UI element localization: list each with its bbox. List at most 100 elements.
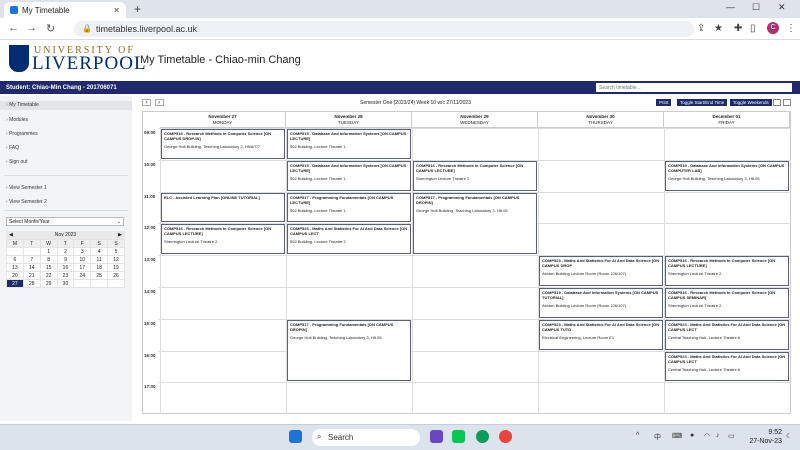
sidebar-item-semester-2[interactable]: View Semester 2: [6, 199, 47, 205]
extensions-icon[interactable]: ✚: [734, 23, 742, 34]
profile-avatar[interactable]: C: [767, 22, 779, 34]
calendar-day[interactable]: 30: [56, 279, 75, 288]
prev-week-button[interactable]: ‹: [142, 99, 151, 106]
calendar-day[interactable]: 10: [73, 255, 92, 264]
calendar-prev-icon[interactable]: ◀: [9, 232, 13, 238]
new-tab-button[interactable]: +: [134, 2, 141, 16]
calendar-day[interactable]: 9: [56, 255, 75, 264]
sidebar-item-my-timetable[interactable]: My Timetable: [0, 101, 132, 110]
window-close-button[interactable]: ✕: [778, 2, 786, 13]
url-field[interactable]: 🔒 timetables.liverpool.ac.uk: [74, 21, 694, 37]
calendar-day[interactable]: 17: [73, 263, 92, 272]
restore-button[interactable]: ☐: [752, 2, 760, 13]
tray-expand-icon[interactable]: ^: [636, 432, 639, 439]
calendar-day[interactable]: 25: [90, 271, 109, 280]
toggle-time-button[interactable]: Toggle Start/End Time: [677, 99, 728, 106]
keyboard-icon[interactable]: ⌨: [672, 432, 682, 440]
timetable-event[interactable]: COMP516 - Research Methods In Computer S…: [413, 160, 537, 191]
calendar-day[interactable]: 15: [39, 263, 58, 272]
next-week-button[interactable]: ›: [154, 99, 164, 106]
timetable-event[interactable]: COMP523 - Maths And Statistics For AI An…: [539, 319, 663, 350]
calendar-day[interactable]: 2: [56, 247, 75, 256]
calendar-day[interactable]: 11: [90, 255, 109, 264]
timetable-event[interactable]: COMP519 - Database And Information Syste…: [287, 160, 411, 191]
calendar-weekday: M: [6, 239, 24, 248]
sidebar-item-programmes[interactable]: Programmes: [6, 131, 38, 137]
month-year-select[interactable]: Select Month/Year ⌄: [6, 217, 124, 226]
calendar-day[interactable]: 21: [22, 271, 41, 280]
calendar-day[interactable]: 27: [6, 279, 24, 288]
calendar-day[interactable]: 4: [90, 247, 109, 256]
list-view-icon[interactable]: [783, 99, 791, 106]
windows-start-icon[interactable]: [289, 430, 302, 443]
calendar-day[interactable]: 24: [73, 271, 92, 280]
browser-tab[interactable]: My Timetable ✕: [4, 2, 126, 18]
calendar-day[interactable]: 5: [107, 247, 125, 256]
calendar-day[interactable]: 26: [107, 271, 125, 280]
sidebar-item-semester-1[interactable]: View Semester 1: [6, 185, 47, 191]
calendar-next-icon[interactable]: ▶: [118, 232, 122, 238]
calendar-day[interactable]: 6: [6, 255, 24, 264]
timetable-event[interactable]: ELC - Assisted Learning Plan [ONLINE TUT…: [161, 192, 285, 223]
battery-icon[interactable]: ▭: [728, 432, 735, 440]
timetable-event[interactable]: COMP519 - Database And Information Syste…: [665, 160, 789, 191]
calendar-day[interactable]: 18: [90, 263, 109, 272]
calendar-day[interactable]: 3: [73, 247, 92, 256]
calendar-day[interactable]: 22: [39, 271, 58, 280]
timetable-event[interactable]: COMP516 - Research Methods In Computer S…: [665, 256, 789, 286]
calendar-day[interactable]: 16: [56, 263, 75, 272]
volume-icon[interactable]: ♪: [716, 432, 720, 439]
app-icon[interactable]: [430, 430, 443, 443]
reload-icon[interactable]: ↻: [46, 22, 55, 35]
sidebar-item-faq[interactable]: FAQ: [6, 145, 19, 151]
grid-view-icon[interactable]: [773, 99, 781, 106]
timetable-event[interactable]: COMP519 - Database And Information Syste…: [287, 129, 411, 159]
mic-icon[interactable]: ●: [690, 432, 694, 439]
calendar-day[interactable]: 7: [22, 255, 41, 264]
timetable-event[interactable]: COMP516 - Research Methods In Computer S…: [665, 288, 789, 318]
sidebar-item-sign-out[interactable]: Sign out: [6, 159, 27, 165]
tab-close-icon[interactable]: ✕: [113, 6, 120, 15]
timetable-event[interactable]: COMP523 - Maths And Statistics For AI An…: [287, 224, 411, 255]
menu-dots-icon[interactable]: ⋮: [786, 23, 796, 34]
search-input[interactable]: [596, 83, 792, 92]
sidepanel-icon[interactable]: ▯: [750, 23, 756, 34]
line-app-icon[interactable]: [452, 430, 465, 443]
timetable-event[interactable]: COMP517 - Programming Fundamentals [ON C…: [413, 192, 537, 255]
calendar-day[interactable]: 13: [6, 263, 24, 272]
ime-language-icon[interactable]: 中: [654, 432, 661, 442]
calendar-day[interactable]: 12: [107, 255, 125, 264]
minimize-button[interactable]: —: [726, 2, 735, 12]
toggle-weekends-button[interactable]: Toggle Weekends: [730, 99, 772, 106]
timetable-event[interactable]: COMP523 - Maths And Statistics For AI An…: [665, 319, 789, 350]
calendar-day[interactable]: 19: [107, 263, 125, 272]
timetable-event[interactable]: COMP519 - Database And Information Syste…: [539, 288, 663, 318]
calendar-day[interactable]: 29: [39, 279, 58, 288]
print-button[interactable]: Print: [656, 99, 672, 106]
calendar-day[interactable]: 14: [22, 263, 41, 272]
chat-app-icon[interactable]: [476, 430, 489, 443]
share-icon[interactable]: ⇪: [697, 23, 705, 34]
timetable-event[interactable]: COMP523 - Maths And Statistics For AI An…: [665, 351, 789, 382]
timetable-event[interactable]: COMP517 - Programming Fundamentals [ON C…: [287, 319, 411, 382]
timetable-event[interactable]: COMP517 - Programming Fundamentals [ON C…: [287, 192, 411, 223]
bookmark-star-icon[interactable]: ★: [714, 23, 723, 34]
timetable-event[interactable]: COMP516 - Research Methods In Computer S…: [161, 224, 285, 255]
timetable-event[interactable]: COMP523 - Maths And Statistics For AI An…: [539, 256, 663, 286]
sidebar-item-modules[interactable]: Modules: [6, 117, 28, 123]
calendar-day[interactable]: 1: [39, 247, 58, 256]
forward-arrow-icon[interactable]: →: [26, 22, 37, 34]
back-arrow-icon[interactable]: ←: [8, 22, 19, 34]
calendar-day[interactable]: 23: [56, 271, 75, 280]
event-title: COMP523 - Maths And Statistics For AI An…: [668, 353, 786, 364]
calendar-day[interactable]: 8: [39, 255, 58, 264]
taskbar-search[interactable]: ⌕ Search: [312, 429, 420, 446]
calendar-day[interactable]: 20: [6, 271, 24, 280]
taskbar-clock[interactable]: 9:52 27-Nov-23: [738, 428, 782, 446]
wifi-icon[interactable]: ◠: [704, 432, 710, 440]
calendar-day: [90, 279, 109, 288]
calendar-day[interactable]: 28: [22, 279, 41, 288]
chrome-icon[interactable]: [499, 430, 512, 443]
notification-icon[interactable]: ☾: [786, 432, 792, 440]
timetable-event[interactable]: COMP516 - Research Methods In Computer S…: [161, 129, 285, 159]
